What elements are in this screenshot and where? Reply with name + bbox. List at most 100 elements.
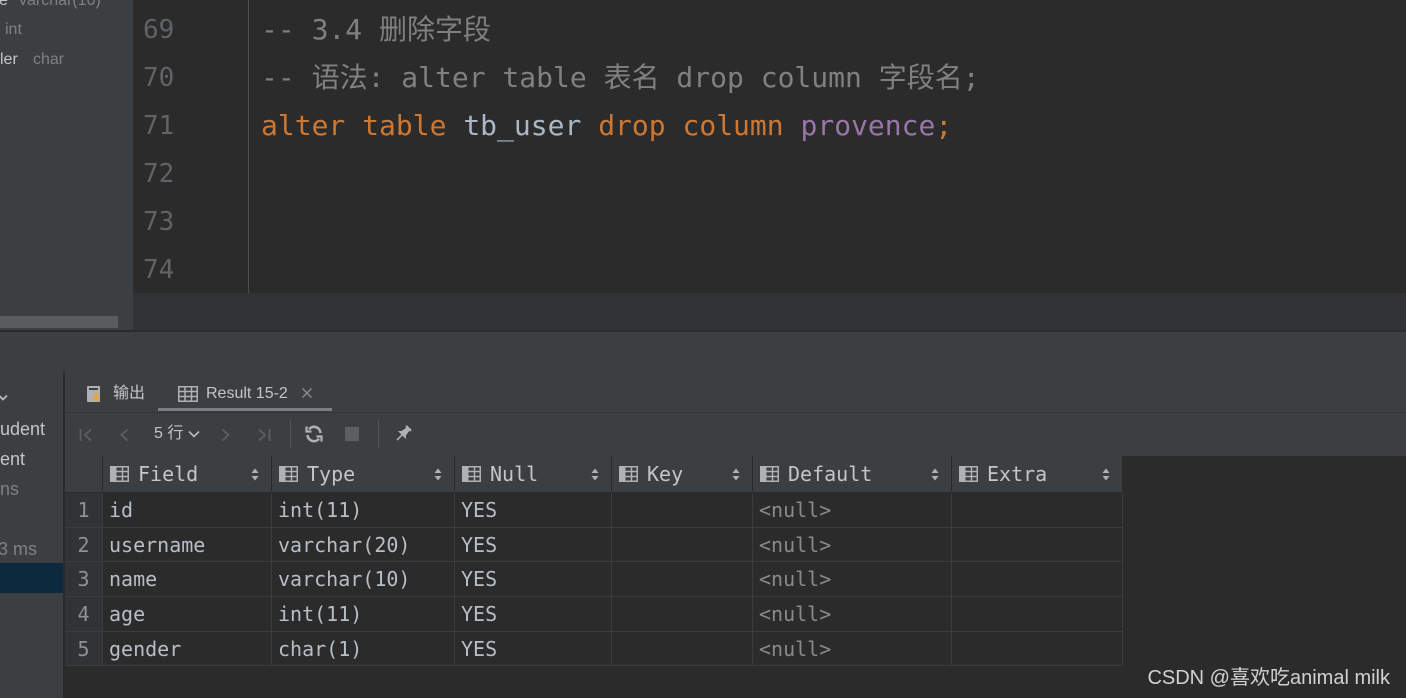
selected-tree-row[interactable] [0, 563, 63, 593]
close-icon[interactable] [301, 387, 313, 399]
chevron-down-icon[interactable] [0, 394, 8, 402]
line-number: 69 [143, 15, 175, 45]
pin-icon[interactable] [393, 424, 413, 444]
cell-type[interactable]: int(11) [272, 493, 455, 528]
cell-extra[interactable] [952, 597, 1123, 632]
result-toolbar: 5 行 [65, 412, 1406, 456]
row-number: 2 [65, 527, 103, 563]
watermark: CSDN @喜欢吃animal milk [1147, 667, 1390, 689]
sort-arrows-icon[interactable] [732, 468, 740, 481]
code-line[interactable]: alter table tb_user drop column provence… [261, 102, 1401, 150]
structure-panel[interactable]: e varchar(10) int ler char [0, 0, 133, 330]
cell-null[interactable]: YES [455, 493, 612, 528]
toolbar-separator [378, 420, 379, 448]
column-node[interactable]: e varchar(10) [0, 0, 133, 13]
cell-default[interactable]: <null> [753, 527, 952, 563]
code-line[interactable] [261, 150, 1401, 198]
table-column-icon [110, 466, 129, 482]
keyword-token: drop [598, 109, 666, 142]
code-line[interactable]: -- 3.4 删除字段 [261, 6, 1401, 54]
cell-key[interactable] [612, 562, 753, 598]
code-line[interactable]: -- 语法: alter table 表名 drop column 字段名; [261, 54, 1401, 102]
sort-arrows-icon[interactable] [1102, 468, 1110, 481]
cell-null[interactable]: YES [455, 562, 612, 598]
sort-arrows-icon[interactable] [931, 468, 939, 481]
row-number-header [65, 456, 103, 493]
keyword-token: table [362, 109, 447, 142]
column-header-extra[interactable]: Extra [952, 456, 1123, 493]
table-icon [178, 386, 198, 402]
previous-page-icon[interactable] [119, 427, 129, 443]
last-page-icon[interactable] [256, 427, 272, 443]
cell-default[interactable]: <null> [753, 631, 952, 667]
sql-editor[interactable]: 69 70 71 72 73 74 -- 3.4 删除字段 -- 语法: alt… [133, 0, 1406, 293]
gutter-divider [248, 0, 249, 293]
services-tree-item[interactable]: ent [0, 448, 25, 470]
column-header-default[interactable]: Default [753, 456, 952, 493]
refresh-icon[interactable] [304, 424, 324, 444]
stop-icon[interactable] [345, 427, 359, 441]
cell-key[interactable] [612, 493, 753, 528]
column-header-key[interactable]: Key [612, 456, 753, 493]
column-name-token: provence [800, 109, 936, 142]
cell-extra[interactable] [952, 631, 1123, 667]
toolbar-separator [290, 420, 291, 448]
cell-type[interactable]: int(11) [272, 597, 455, 632]
cell-field[interactable]: name [103, 562, 272, 598]
cell-extra[interactable] [952, 562, 1123, 598]
result-table[interactable]: Field Type Null Key Default Extra 1 id int(11) YE… [65, 456, 1123, 667]
column-node[interactable]: ler char [0, 48, 133, 72]
cell-null[interactable]: YES [455, 597, 612, 632]
next-page-icon[interactable] [221, 427, 231, 443]
cell-field[interactable]: id [103, 493, 272, 528]
cell-null[interactable]: YES [455, 527, 612, 563]
page-size-selector[interactable]: 5 行 [154, 413, 183, 455]
services-tree-item[interactable]: udent [0, 418, 45, 440]
column-node[interactable]: int [0, 18, 133, 42]
column-header-type[interactable]: Type [272, 456, 455, 493]
column-node-type: int [5, 21, 22, 38]
cell-type[interactable]: varchar(20) [272, 527, 455, 563]
cell-key[interactable] [612, 527, 753, 563]
cell-null[interactable]: YES [455, 631, 612, 667]
line-number: 70 [143, 63, 175, 93]
services-tree-item[interactable]: ns [0, 478, 19, 500]
cell-key[interactable] [612, 597, 753, 632]
table-column-icon [760, 466, 779, 482]
table-column-icon [279, 466, 298, 482]
column-header-null[interactable]: Null [455, 456, 612, 493]
table-column-icon [462, 466, 481, 482]
tab-output[interactable]: 输出 [76, 372, 156, 412]
column-node-type: varchar(10) [19, 0, 101, 9]
sort-arrows-icon[interactable] [591, 468, 599, 481]
cell-default[interactable]: <null> [753, 562, 952, 598]
cell-type[interactable]: varchar(10) [272, 562, 455, 598]
cell-extra[interactable] [952, 527, 1123, 563]
result-grid[interactable]: Field Type Null Key Default Extra 1 id int(11) YE… [65, 456, 1406, 698]
services-tree[interactable]: udent ent ns 3 ms [0, 372, 63, 698]
first-page-icon[interactable] [78, 427, 94, 443]
cell-field[interactable]: gender [103, 631, 272, 667]
cell-extra[interactable] [952, 493, 1123, 528]
cell-field[interactable]: age [103, 597, 272, 632]
column-header-field[interactable]: Field [103, 456, 272, 493]
cell-type[interactable]: char(1) [272, 631, 455, 667]
column-header-label: Extra [987, 462, 1048, 486]
chevron-down-icon[interactable] [188, 430, 200, 438]
cell-field[interactable]: username [103, 527, 272, 563]
code-line[interactable] [261, 246, 1401, 293]
tab-result[interactable]: Result 15-2 [158, 372, 332, 412]
active-tab-underline [158, 408, 332, 411]
sort-arrows-icon[interactable] [434, 468, 442, 481]
cell-default[interactable]: <null> [753, 493, 952, 528]
keyword-token: column [682, 109, 784, 142]
cell-key[interactable] [612, 631, 753, 667]
tab-label: 输出 [113, 385, 146, 402]
cell-default[interactable]: <null> [753, 597, 952, 632]
horizontal-scrollbar[interactable] [0, 316, 118, 328]
table-name-token: tb_user [463, 109, 582, 142]
code-area[interactable]: -- 3.4 删除字段 -- 语法: alter table 表名 drop c… [261, 6, 1401, 293]
result-tab-bar: 输出 Result 15-2 [65, 372, 1406, 412]
code-line[interactable] [261, 198, 1401, 246]
sort-arrows-icon[interactable] [251, 468, 259, 481]
